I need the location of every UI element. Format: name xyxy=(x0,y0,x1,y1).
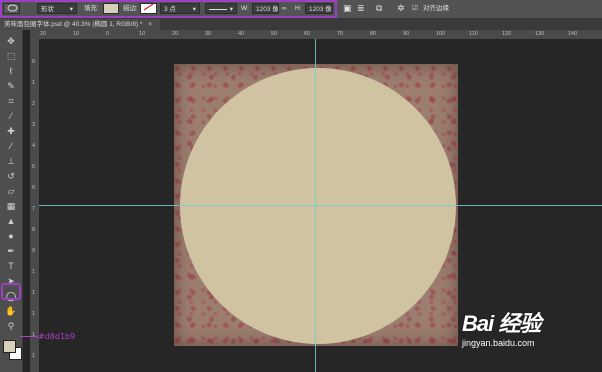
document-title: 美味面包圈字体.psd @ 40.3% (椭圆 1, RGB/8) * xyxy=(4,21,143,28)
options-highlight-box xyxy=(0,0,337,18)
healing-brush-tool-icon[interactable]: ✚ xyxy=(4,125,18,137)
ruler-tick-label: 100 xyxy=(436,31,446,37)
lasso-tool-icon[interactable]: ℓ xyxy=(4,65,18,77)
ruler-tick-label: 20 xyxy=(172,31,179,37)
ruler-tick-label: 6 xyxy=(32,185,36,191)
ruler-tick-label: 2 xyxy=(32,101,36,107)
ruler-tick-label: 20 xyxy=(40,31,47,37)
ruler-tick-label: 50 xyxy=(271,31,278,37)
ruler-tick-label: 9 xyxy=(32,248,36,254)
ruler-tick-label: 10 xyxy=(139,31,146,37)
ruler-tick-label: 130 xyxy=(535,31,545,37)
ruler-tick-label: 7 xyxy=(32,206,36,212)
gradient-tool-icon[interactable]: ▦ xyxy=(4,200,18,212)
ruler-tick-label: 60 xyxy=(304,31,311,37)
move-tool-icon[interactable]: ✥ xyxy=(4,35,18,47)
crop-tool-icon[interactable]: ⌗ xyxy=(4,95,18,107)
path-alignment-icon[interactable]: ≣ xyxy=(357,3,365,14)
ruler-tick-label: 8 xyxy=(32,227,36,233)
ruler-tick-label: 5 xyxy=(32,164,36,170)
watermark-url: jingyan.baidu.com xyxy=(462,338,535,348)
ruler-tick-label: 3 xyxy=(32,122,36,128)
ruler-tick-label: 4 xyxy=(32,143,36,149)
ruler-tick-label: 110 xyxy=(469,31,478,37)
type-tool-icon[interactable]: T xyxy=(4,260,18,272)
ruler-tick-label: 1 xyxy=(32,311,36,317)
ruler-tick-label: 1 xyxy=(32,332,36,338)
ruler-tick-label: 70 xyxy=(337,31,344,37)
gear-icon[interactable]: ✲ xyxy=(397,3,405,14)
ruler-tick-label: 1 xyxy=(32,353,36,359)
annotation-line xyxy=(20,336,38,337)
baidu-logo: Bai 经验 xyxy=(462,311,541,336)
ruler-tick-label: 80 xyxy=(370,31,377,37)
hand-tool-icon[interactable]: ✋ xyxy=(4,305,18,317)
zoom-tool-icon[interactable]: ⚲ xyxy=(4,320,18,332)
path-arrangement-icon[interactable]: ⧉ xyxy=(376,3,382,14)
document-tab[interactable]: 美味面包圈字体.psd @ 40.3% (椭圆 1, RGB/8) * × xyxy=(0,19,161,30)
horizontal-guide[interactable] xyxy=(39,205,602,206)
ruler-tick-label: 140 xyxy=(568,31,578,37)
ruler-tick-label: 0 xyxy=(106,31,110,37)
brush-tool-icon[interactable]: ∕ xyxy=(4,140,18,152)
vertical-guide[interactable] xyxy=(315,39,316,372)
align-edges-label: 对齐边缘 xyxy=(423,5,449,12)
color-annotation: #d8d1b9 xyxy=(38,332,76,341)
ruler-tick-label: 1 xyxy=(32,269,36,275)
ruler-tick-label: 10 xyxy=(73,31,80,37)
foreground-color-swatch[interactable] xyxy=(3,340,16,353)
ruler-tick-label: 40 xyxy=(238,31,245,37)
ruler-tick-label: 1 xyxy=(32,290,36,296)
pen-tool-icon[interactable]: ✒ xyxy=(4,245,18,257)
ruler-tick-label: 90 xyxy=(403,31,410,37)
ellipse-shape[interactable] xyxy=(180,68,456,344)
selected-tool-highlight xyxy=(1,283,21,300)
quick-select-tool-icon[interactable]: ✎ xyxy=(4,80,18,92)
marquee-tool-icon[interactable]: ⬚ xyxy=(4,50,18,62)
blur-tool-icon[interactable]: ▲ xyxy=(4,215,18,227)
clone-stamp-tool-icon[interactable]: ⊥ xyxy=(4,155,18,167)
close-icon[interactable]: × xyxy=(148,21,152,28)
eyedropper-tool-icon[interactable]: ⁄ xyxy=(4,110,18,122)
history-brush-tool-icon[interactable]: ↺ xyxy=(4,170,18,182)
ruler-tick-label: 1 xyxy=(32,80,36,86)
baidu-watermark: Bai 经验 jingyan.baidu.com xyxy=(462,306,541,348)
ruler-tick-label: 0 xyxy=(32,59,36,65)
align-edges-checkbox[interactable]: ☑ xyxy=(412,3,418,14)
eraser-tool-icon[interactable]: ▱ xyxy=(4,185,18,197)
path-operations-icon[interactable]: ▣ xyxy=(343,3,352,14)
ruler-tick-label: 120 xyxy=(502,31,512,37)
dodge-tool-icon[interactable]: ● xyxy=(4,230,18,242)
tools-panel: ✥ ⬚ ℓ ✎ ⌗ ⁄ ✚ ∕ ⊥ ↺ ▱ ▦ ▲ ● ✒ T ➤ ◯ ✋ ⚲ xyxy=(0,30,23,372)
ruler-tick-label: 30 xyxy=(205,31,212,37)
